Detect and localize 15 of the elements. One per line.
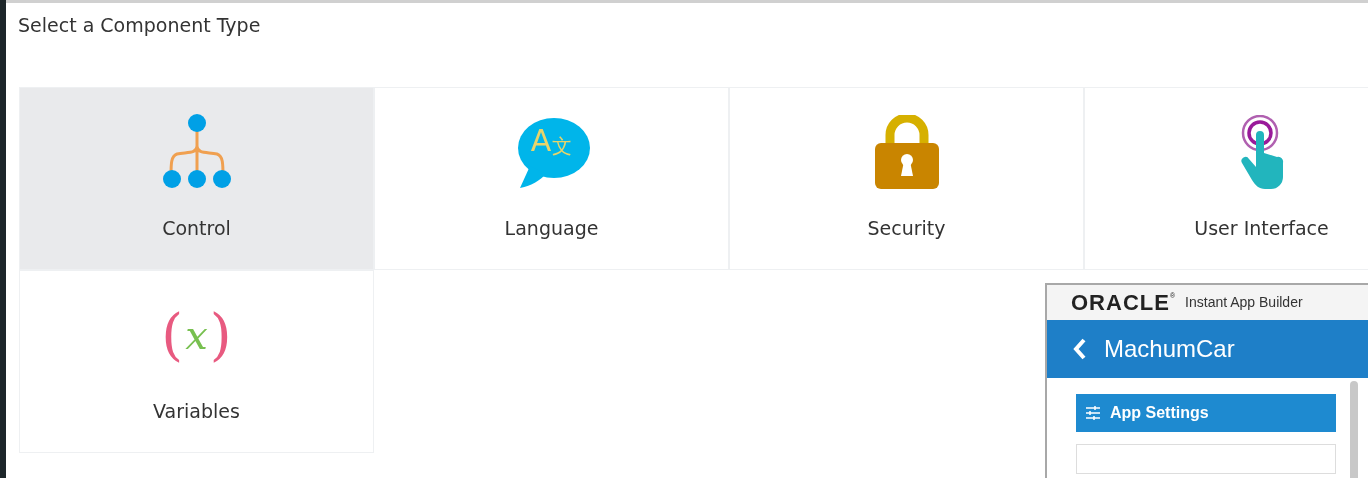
back-chevron-icon[interactable] bbox=[1073, 338, 1086, 361]
hierarchy-icon bbox=[162, 114, 231, 190]
sliders-icon bbox=[1086, 406, 1100, 420]
component-type-tile[interactable]: Control bbox=[19, 86, 374, 270]
variable-icon: (x) bbox=[161, 307, 232, 363]
app-name: MachumCar bbox=[1104, 334, 1235, 365]
component-type-tile[interactable]: A文 Language bbox=[374, 86, 729, 270]
app-settings-button[interactable]: App Settings bbox=[1076, 394, 1336, 432]
tap-gesture-icon bbox=[1238, 115, 1285, 189]
component-type-tile[interactable]: (x) Variables bbox=[19, 269, 374, 453]
dialog-title: Select a Component Type bbox=[18, 13, 261, 38]
product-name: Instant App Builder bbox=[1185, 293, 1303, 313]
component-type-tile[interactable]: Security bbox=[729, 86, 1084, 270]
component-type-tile[interactable]: User Interface bbox=[1084, 86, 1368, 270]
padlock-icon bbox=[874, 115, 939, 189]
